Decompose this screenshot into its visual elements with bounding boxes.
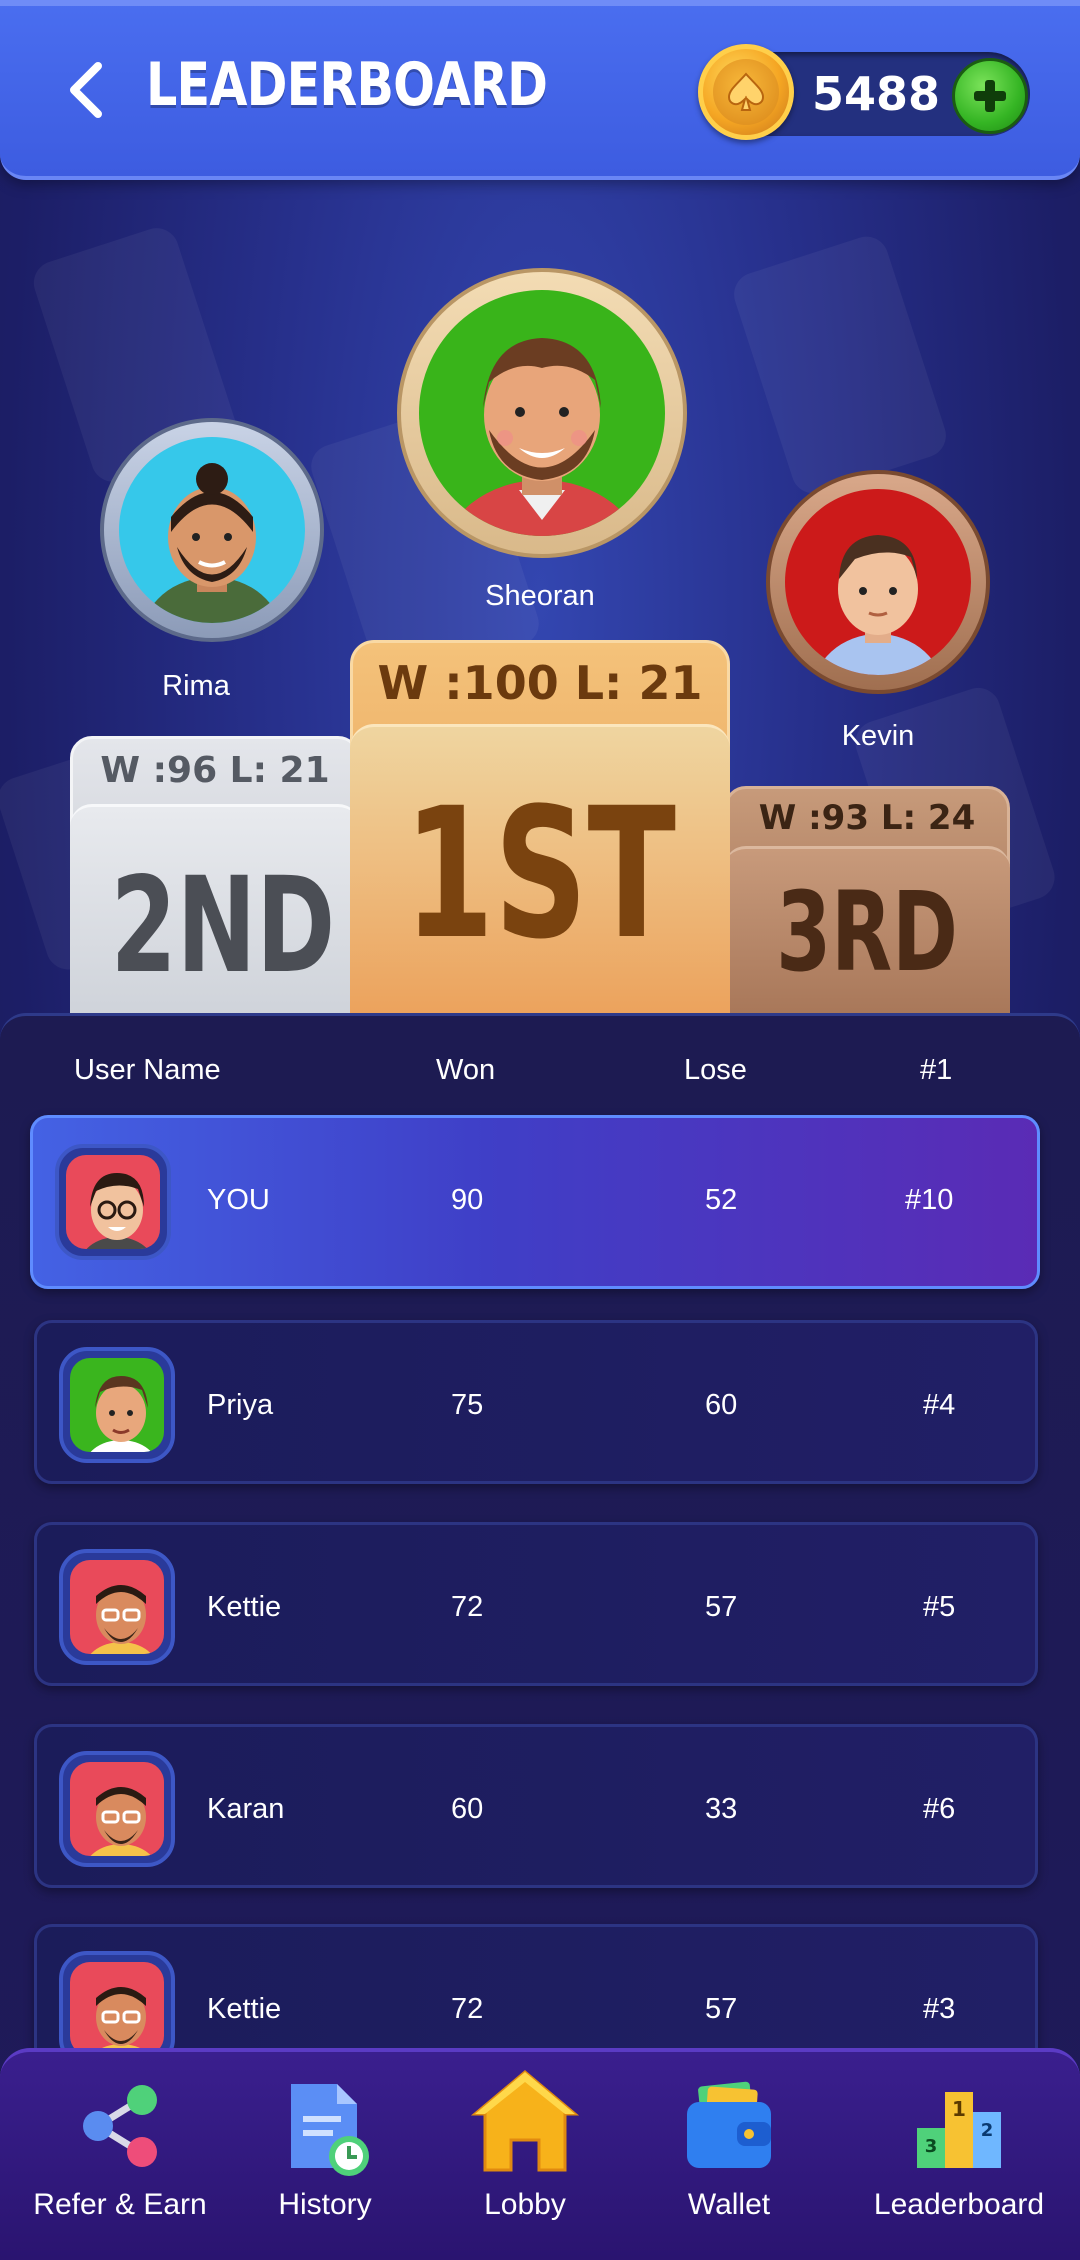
svg-text:3: 3 [925,2136,938,2157]
first-place-block: W :100 L: 21 1ST [350,640,730,1016]
back-button[interactable] [56,52,116,128]
nav-wallet[interactable]: Wallet [644,2070,814,2250]
svg-text:2: 2 [981,2120,994,2141]
second-place-avatar[interactable] [100,418,324,642]
row-rank: #6 [923,1793,956,1825]
nav-lobby[interactable]: Lobby [440,2070,610,2250]
nav-label: History [278,2188,372,2221]
podium-icon: 1 2 3 [909,2076,1009,2181]
row-rank: #4 [923,1389,956,1421]
second-place-block: W :96 L: 21 2ND [70,736,360,1016]
row-username: Kettie [207,1591,282,1623]
row-username: Karan [207,1793,285,1825]
third-place-block: W :93 L: 24 3RD [724,786,1010,1016]
row-username: Priya [207,1389,274,1421]
nav-label: Wallet [687,2188,771,2221]
first-place-rank: 1ST [404,770,676,979]
coin-icon [698,44,794,140]
home-icon [469,2066,581,2183]
third-place-stats: W :93 L: 24 [758,798,976,838]
wallet-icon [679,2076,779,2181]
column-header-username: User Name [74,1054,221,1086]
row-rank: #5 [923,1591,956,1623]
plus-icon [974,80,1006,112]
table-row[interactable]: Priya 75 60 #4 [34,1320,1038,1484]
second-place-name: Rima [162,670,230,702]
avatar [55,1144,171,1260]
third-place-avatar[interactable] [766,470,990,694]
column-header-rank: #1 [920,1054,953,1086]
table-row[interactable]: Karan 60 33 #6 [34,1724,1038,1888]
document-clock-icon [275,2076,375,2185]
coin-balance: 5488 [812,67,941,121]
row-won: 60 [451,1793,484,1825]
row-lose: 57 [705,1993,738,2025]
nav-leaderboard[interactable]: 1 2 3 Leaderboard [848,2070,1070,2250]
svg-text:1: 1 [952,2097,966,2121]
column-header-lose: Lose [684,1054,747,1086]
first-place-name: Sheoran [485,580,595,612]
nav-label: Refer & Earn [33,2188,207,2221]
table-row-current-user[interactable]: YOU 90 52 #10 [30,1115,1040,1289]
row-rank: #10 [905,1184,954,1216]
row-rank: #3 [923,1993,956,2025]
row-lose: 33 [705,1793,738,1825]
avatar [59,1549,175,1665]
avatar [59,1347,175,1463]
second-place-rank: 2ND [110,849,336,1003]
column-header-won: Won [436,1054,496,1086]
first-place-stats: W :100 L: 21 [377,656,703,710]
row-lose: 52 [705,1184,738,1216]
third-place-name: Kevin [841,720,915,752]
first-place-avatar[interactable] [397,268,687,558]
row-won: 72 [451,1591,484,1623]
nav-label: Leaderboard [873,2188,1045,2221]
third-place-rank: 3RD [776,868,958,996]
share-icon [70,2076,170,2181]
row-username: YOU [207,1184,270,1216]
nav-refer-earn[interactable]: Refer & Earn [10,2070,230,2250]
second-place-stats: W :96 L: 21 [100,750,330,791]
row-username: Kettie [207,1993,282,2025]
nav-label: Lobby [484,2188,566,2221]
avatar [59,1751,175,1867]
table-row[interactable]: Kettie 72 57 #5 [34,1522,1038,1686]
nav-history[interactable]: History [240,2070,410,2250]
row-won: 72 [451,1993,484,2025]
row-won: 90 [451,1184,484,1216]
add-coins-button[interactable] [952,58,1028,134]
row-lose: 57 [705,1591,738,1623]
page-title: LEADERBOARD [146,50,548,120]
row-won: 75 [451,1389,484,1421]
row-lose: 60 [705,1389,738,1421]
chevron-left-icon [70,62,102,118]
